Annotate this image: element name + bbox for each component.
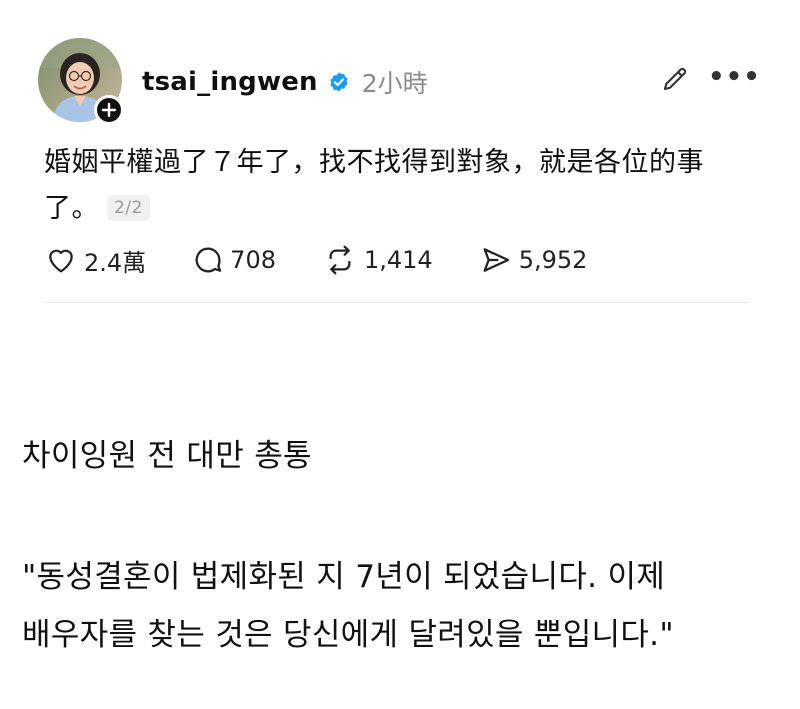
edit-icon[interactable] (660, 64, 690, 98)
reply-count: 708 (230, 246, 276, 274)
share-button[interactable]: 5,952 (479, 244, 588, 276)
repost-icon (329, 245, 351, 275)
more-icon[interactable]: ••• (708, 62, 761, 92)
share-count: 5,952 (518, 246, 588, 274)
post-header: tsai_ingwen 2小時 (142, 60, 428, 104)
post-text-line-1: 婚姻平權過了７年了，找不找得到對象，就是各位的事 (44, 147, 704, 178)
caption-title: 차이잉원 전 대만 총통 (22, 438, 312, 474)
repost-button[interactable]: 1,414 (322, 244, 433, 276)
follow-button[interactable] (94, 95, 124, 125)
threads-post-card: tsai_ingwen 2小時 ••• 婚姻平權過了７年了，找不找得到對象，就是… (0, 0, 800, 310)
verified-badge-icon (328, 71, 350, 93)
post-text-line-2-text: 了。 (44, 193, 99, 224)
post-action-bar: 2.4萬 708 1,414 5,952 (44, 240, 633, 280)
plus-icon (101, 102, 117, 118)
post-body: 婚姻平權過了７年了，找不找得到對象，就是各位的事 了。 2/2 (44, 140, 744, 232)
like-button[interactable]: 2.4萬 (44, 243, 146, 278)
comment-icon (195, 247, 222, 273)
like-count: 2.4萬 (84, 248, 147, 277)
caption-quote: "동성결혼이 법제화된 지 7년이 되었습니다. 이제 배우자를 찾는 것은 당… (22, 548, 782, 664)
post-timestamp: 2小時 (361, 69, 428, 98)
post-text-line-2: 了。 2/2 (44, 186, 744, 232)
caption-quote-line-2: 배우자를 찾는 것은 당신에게 달려있을 뿐입니다." (22, 617, 674, 653)
repost-count: 1,414 (363, 246, 433, 274)
caption-quote-line-1: "동성결혼이 법제화된 지 7년이 되었습니다. 이제 (22, 559, 666, 595)
divider (44, 302, 749, 303)
share-icon (483, 248, 509, 272)
heart-icon (49, 249, 73, 273)
page: tsai_ingwen 2小時 ••• 婚姻平權過了７年了，找不找得到對象，就是… (0, 0, 800, 709)
reply-button[interactable]: 708 (192, 244, 276, 276)
page-indicator: 2/2 (107, 195, 150, 221)
username[interactable]: tsai_ingwen (142, 67, 318, 97)
